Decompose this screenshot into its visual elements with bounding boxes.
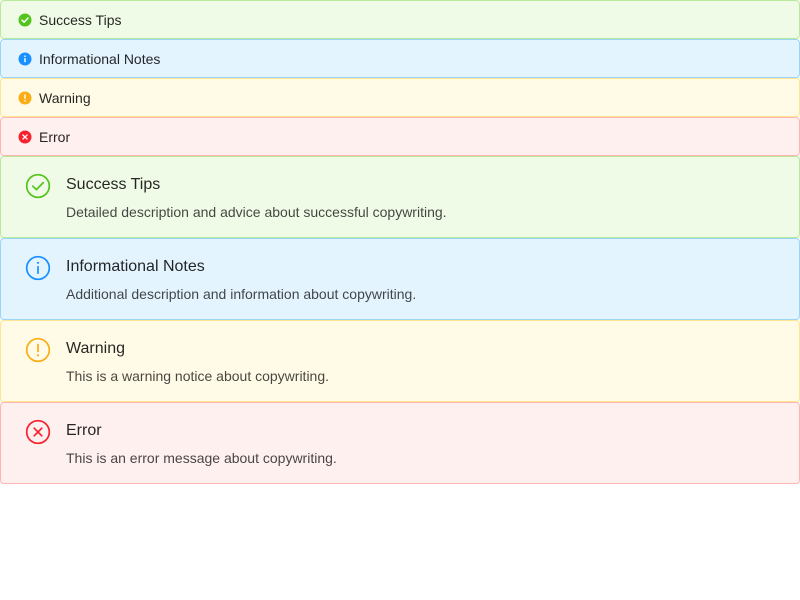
alert-title: Error xyxy=(66,422,102,439)
exclamation-circle-filled-icon xyxy=(18,91,32,105)
alert-message: Error xyxy=(39,128,71,145)
alert-message: Success Tips xyxy=(39,11,122,28)
alert-description: This is a warning notice about copywriti… xyxy=(66,368,330,384)
alert-description: Additional description and information a… xyxy=(66,286,417,302)
alert-info-detailed: Informational Notes Additional descripti… xyxy=(0,238,800,320)
alert-title: Success Tips xyxy=(66,176,161,193)
alert-success-compact: Success Tips xyxy=(0,0,800,39)
alert-title: Warning xyxy=(66,340,125,357)
alert-description: Detailed description and advice about su… xyxy=(66,204,447,220)
check-circle-filled-icon xyxy=(18,13,32,27)
alert-error-detailed: Error This is an error message about cop… xyxy=(0,402,800,484)
alert-error-compact: Error xyxy=(0,117,800,156)
alert-warning-compact: Warning xyxy=(0,78,800,117)
close-circle-outline-icon xyxy=(25,419,51,445)
alert-description: This is an error message about copywriti… xyxy=(66,450,337,466)
close-circle-filled-icon xyxy=(18,130,32,144)
alert-message: Warning xyxy=(39,89,91,106)
info-circle-filled-icon xyxy=(18,52,32,66)
check-circle-outline-icon xyxy=(25,173,51,199)
alert-success-detailed: Success Tips Detailed description and ad… xyxy=(0,156,800,238)
alert-title: Informational Notes xyxy=(66,258,205,275)
info-circle-outline-icon xyxy=(25,255,51,281)
alert-message: Informational Notes xyxy=(39,50,161,67)
alert-info-compact: Informational Notes xyxy=(0,39,800,78)
exclamation-circle-outline-icon xyxy=(25,337,51,363)
alert-warning-detailed: Warning This is a warning notice about c… xyxy=(0,320,800,402)
